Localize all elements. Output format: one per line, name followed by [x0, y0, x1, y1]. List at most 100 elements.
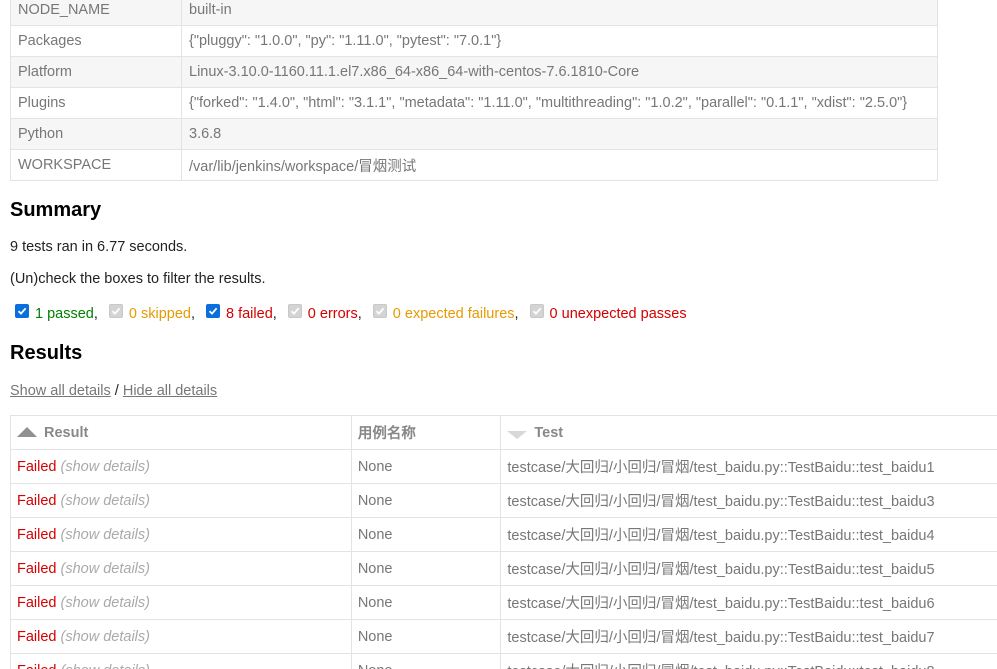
case-name-cell: None	[350, 619, 502, 654]
case-name-cell: None	[350, 551, 502, 586]
results-heading: Results	[10, 342, 83, 364]
table-row[interactable]: Failed (show details)Nonetestcase/大回归/小回…	[10, 517, 997, 552]
filter-checkbox[interactable]	[206, 304, 220, 318]
filter-checkbox[interactable]	[372, 304, 387, 318]
filter-separator: ,	[272, 306, 277, 322]
table-row[interactable]: Failed (show details)Nonetestcase/大回归/小回…	[10, 483, 997, 518]
case-name-cell: None	[350, 517, 502, 552]
checkmark-icon	[208, 307, 218, 315]
checkmark-icon	[290, 307, 300, 315]
result-cell: Failed (show details)	[10, 449, 352, 484]
table-row[interactable]: Failed (show details)Nonetestcase/大回归/小回…	[10, 551, 997, 586]
checkmark-icon	[532, 307, 541, 315]
result-cell: Failed (show details)	[10, 653, 352, 669]
environment-value: Linux-3.10.0-1160.11.1.el7.x86_64-x86_64…	[181, 56, 938, 88]
filter-label: 0 errors	[307, 306, 358, 322]
case-name-cell: None	[350, 585, 502, 620]
result-cell: Failed (show details)	[10, 619, 352, 654]
environment-row: Packages {"pluggy": "1.0.0", "py": "1.11.…	[10, 25, 938, 57]
result-status: Failed	[17, 560, 57, 577]
filter-checkbox[interactable]	[15, 304, 29, 318]
details-links: Show all details / Hide all details	[10, 383, 217, 399]
environment-key: Python	[10, 118, 182, 150]
environment-row: Plugins {"forked": "1.4.0", "html": "3.1.…	[10, 87, 938, 119]
checkmark-icon	[375, 307, 385, 315]
environment-value: built-in	[181, 0, 938, 26]
test-path-cell: testcase/大回归/小回归/冒烟/test_baidu.py::TestB…	[500, 483, 997, 518]
result-status: Failed	[17, 526, 57, 543]
environment-key: Packages	[10, 25, 182, 57]
sort-ascending-icon	[17, 426, 37, 437]
environment-key: Platform	[10, 56, 182, 88]
sort-inactive-icon	[507, 430, 528, 439]
column-header-test[interactable]: Test	[500, 415, 997, 450]
show-details-toggle[interactable]: (show details)	[61, 629, 150, 645]
result-status: Failed	[17, 663, 57, 669]
environment-table: NODE_NAME built-in Packages {"pluggy": "1.0…	[10, 0, 938, 181]
table-row[interactable]: Failed (show details)Nonetestcase/大回归/小回…	[10, 449, 997, 484]
column-result-label: Result	[44, 424, 89, 441]
case-name-cell: None	[350, 653, 502, 669]
show-details-toggle[interactable]: (show details)	[61, 561, 150, 577]
results-header-row: Result 用例名称 Test	[10, 415, 997, 450]
summary-heading: Summary	[10, 199, 102, 221]
environment-value: 3.6.8	[181, 118, 938, 150]
table-row[interactable]: Failed (show details)Nonetestcase/大回归/小回…	[10, 619, 997, 654]
environment-value: /var/lib/jenkins/workspace/冒烟测试	[181, 149, 938, 181]
tests-ran-text: 9 tests ran in 6.77 seconds.	[10, 239, 188, 255]
filter-checkbox[interactable]	[529, 304, 544, 318]
filter-checkbox[interactable]	[287, 304, 302, 318]
case-name-cell: None	[350, 483, 502, 518]
filter-label: 0 unexpected passes	[549, 306, 687, 322]
show-details-toggle[interactable]: (show details)	[61, 663, 150, 669]
environment-row: Platform Linux-3.10.0-1160.11.1.el7.x86_6…	[10, 56, 938, 88]
show-all-details-link[interactable]: Show all details	[10, 383, 111, 399]
test-path-cell: testcase/大回归/小回归/冒烟/test_baidu.py::TestB…	[500, 619, 997, 654]
test-path-cell: testcase/大回归/小回归/冒烟/test_baidu.py::TestB…	[500, 551, 997, 586]
environment-key: Plugins	[10, 87, 182, 119]
result-status: Failed	[17, 458, 57, 475]
result-status: Failed	[17, 628, 57, 645]
filter-separator: ,	[514, 306, 519, 322]
environment-row: WORKSPACE/var/lib/jenkins/workspace/冒烟测试	[10, 149, 938, 181]
result-cell: Failed (show details)	[10, 517, 352, 552]
environment-value: {"forked": "1.4.0", "html": "3.1.1", "me…	[181, 87, 938, 119]
filter-separator: ,	[190, 306, 195, 322]
result-cell: Failed (show details)	[10, 483, 352, 518]
show-details-toggle[interactable]: (show details)	[61, 459, 150, 475]
hide-all-details-link[interactable]: Hide all details	[123, 383, 217, 399]
checkmark-icon	[111, 307, 121, 315]
filter-label: 0 expected failures	[392, 306, 515, 322]
table-row[interactable]: Failed (show details)Nonetestcase/大回归/小回…	[10, 653, 997, 669]
result-status: Failed	[17, 594, 57, 611]
filter-label: 8 failed	[226, 306, 273, 322]
environment-key: WORKSPACE	[10, 149, 182, 181]
environment-key: NODE_NAME	[10, 0, 182, 26]
filter-checkbox[interactable]	[108, 304, 123, 318]
result-cell: Failed (show details)	[10, 551, 352, 586]
result-status: Failed	[17, 492, 57, 509]
test-path-cell: testcase/大回归/小回归/冒烟/test_baidu.py::TestB…	[500, 653, 997, 669]
result-filters: 1 passed, 0 skipped, 8 failed, 0 errors, 0 e…	[12, 304, 695, 322]
filter-label: 1 passed	[35, 306, 94, 322]
test-path-cell: testcase/大回归/小回归/冒烟/test_baidu.py::TestB…	[500, 585, 997, 620]
show-details-toggle[interactable]: (show details)	[61, 527, 150, 543]
links-separator: /	[114, 383, 119, 399]
environment-row: NODE_NAME built-in	[10, 0, 938, 26]
filter-label: 0 skipped	[128, 306, 191, 322]
environment-value: {"pluggy": "1.0.0", "py": "1.11.0", "pyt…	[181, 25, 938, 57]
report-page: NODE_NAME built-in Packages {"pluggy": "1.0…	[0, 0, 997, 669]
filter-hint-text: (Un)check the boxes to filter the result…	[10, 271, 266, 287]
show-details-toggle[interactable]: (show details)	[61, 493, 150, 509]
filter-separator: ,	[357, 306, 362, 322]
test-path-cell: testcase/大回归/小回归/冒烟/test_baidu.py::TestB…	[500, 517, 997, 552]
environment-row: Python 3.6.8	[10, 118, 938, 150]
column-name-label: 用例名称	[357, 426, 416, 442]
table-row[interactable]: Failed (show details)Nonetestcase/大回归/小回…	[10, 585, 997, 620]
show-details-toggle[interactable]: (show details)	[61, 595, 150, 611]
column-header-result[interactable]: Result	[10, 415, 352, 450]
test-path-cell: testcase/大回归/小回归/冒烟/test_baidu.py::TestB…	[500, 449, 997, 484]
result-cell: Failed (show details)	[10, 585, 352, 620]
filter-separator: ,	[93, 306, 98, 322]
column-header-name[interactable]: 用例名称	[350, 415, 502, 450]
